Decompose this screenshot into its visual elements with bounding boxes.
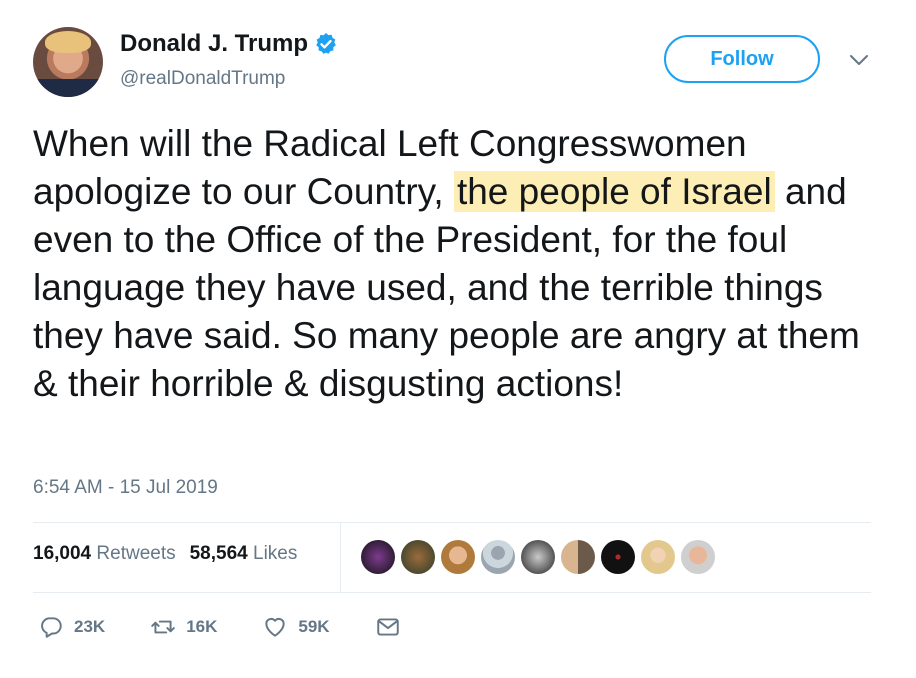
avatar-hair: [45, 31, 91, 53]
retweet-button[interactable]: 16K: [150, 614, 217, 640]
liker-avatar[interactable]: [481, 540, 515, 574]
retweets-count: 16,004: [33, 543, 92, 564]
tweet-actions: 23K 16K 59K: [38, 614, 401, 640]
avatar-suit: [33, 79, 103, 97]
liker-avatars: [361, 540, 715, 574]
reply-icon: [41, 617, 62, 638]
retweet-count: 16K: [186, 617, 218, 636]
retweet-icon: [151, 620, 175, 634]
name-row: Donald J. Trump: [120, 30, 338, 58]
tweet-text: When will the Radical Left Congresswomen…: [33, 120, 883, 408]
retweets-stat[interactable]: 16,004 Retweets: [33, 543, 176, 565]
verified-badge-icon: [316, 33, 336, 54]
stats-bottom-divider: [33, 592, 871, 593]
direct-message-button[interactable]: [375, 614, 401, 640]
liker-avatar[interactable]: [441, 540, 475, 574]
tweet-text-highlight: the people of Israel: [453, 171, 775, 212]
likes-label: Likes: [253, 543, 298, 564]
like-count: 59K: [298, 617, 330, 636]
chevron-down-icon[interactable]: [848, 52, 870, 68]
liker-avatar[interactable]: [361, 540, 395, 574]
liker-avatar[interactable]: [521, 540, 555, 574]
liker-avatar[interactable]: [641, 540, 675, 574]
liker-avatar[interactable]: [601, 540, 635, 574]
liker-avatar[interactable]: [681, 540, 715, 574]
follow-button[interactable]: Follow: [664, 35, 820, 83]
direct-message-icon: [376, 618, 399, 636]
stats-vertical-divider: [340, 523, 341, 592]
likes-count: 58,564: [189, 543, 248, 564]
reply-button[interactable]: 23K: [38, 614, 105, 640]
stats-top-divider: [33, 522, 871, 523]
engagement-stats: 16,004 Retweets 58,564 Likes: [33, 543, 297, 565]
likes-stat[interactable]: 58,564 Likes: [190, 543, 298, 565]
liker-avatar[interactable]: [401, 540, 435, 574]
retweets-label: Retweets: [96, 543, 176, 564]
reply-count: 23K: [74, 617, 106, 636]
user-handle[interactable]: @realDonaldTrump: [120, 68, 285, 90]
tweet-timestamp[interactable]: 6:54 AM - 15 Jul 2019: [33, 477, 218, 499]
profile-avatar[interactable]: [33, 27, 103, 97]
liker-avatar[interactable]: [561, 540, 595, 574]
heart-icon: [265, 617, 286, 637]
display-name[interactable]: Donald J. Trump: [120, 30, 308, 58]
like-button[interactable]: 59K: [262, 614, 330, 640]
